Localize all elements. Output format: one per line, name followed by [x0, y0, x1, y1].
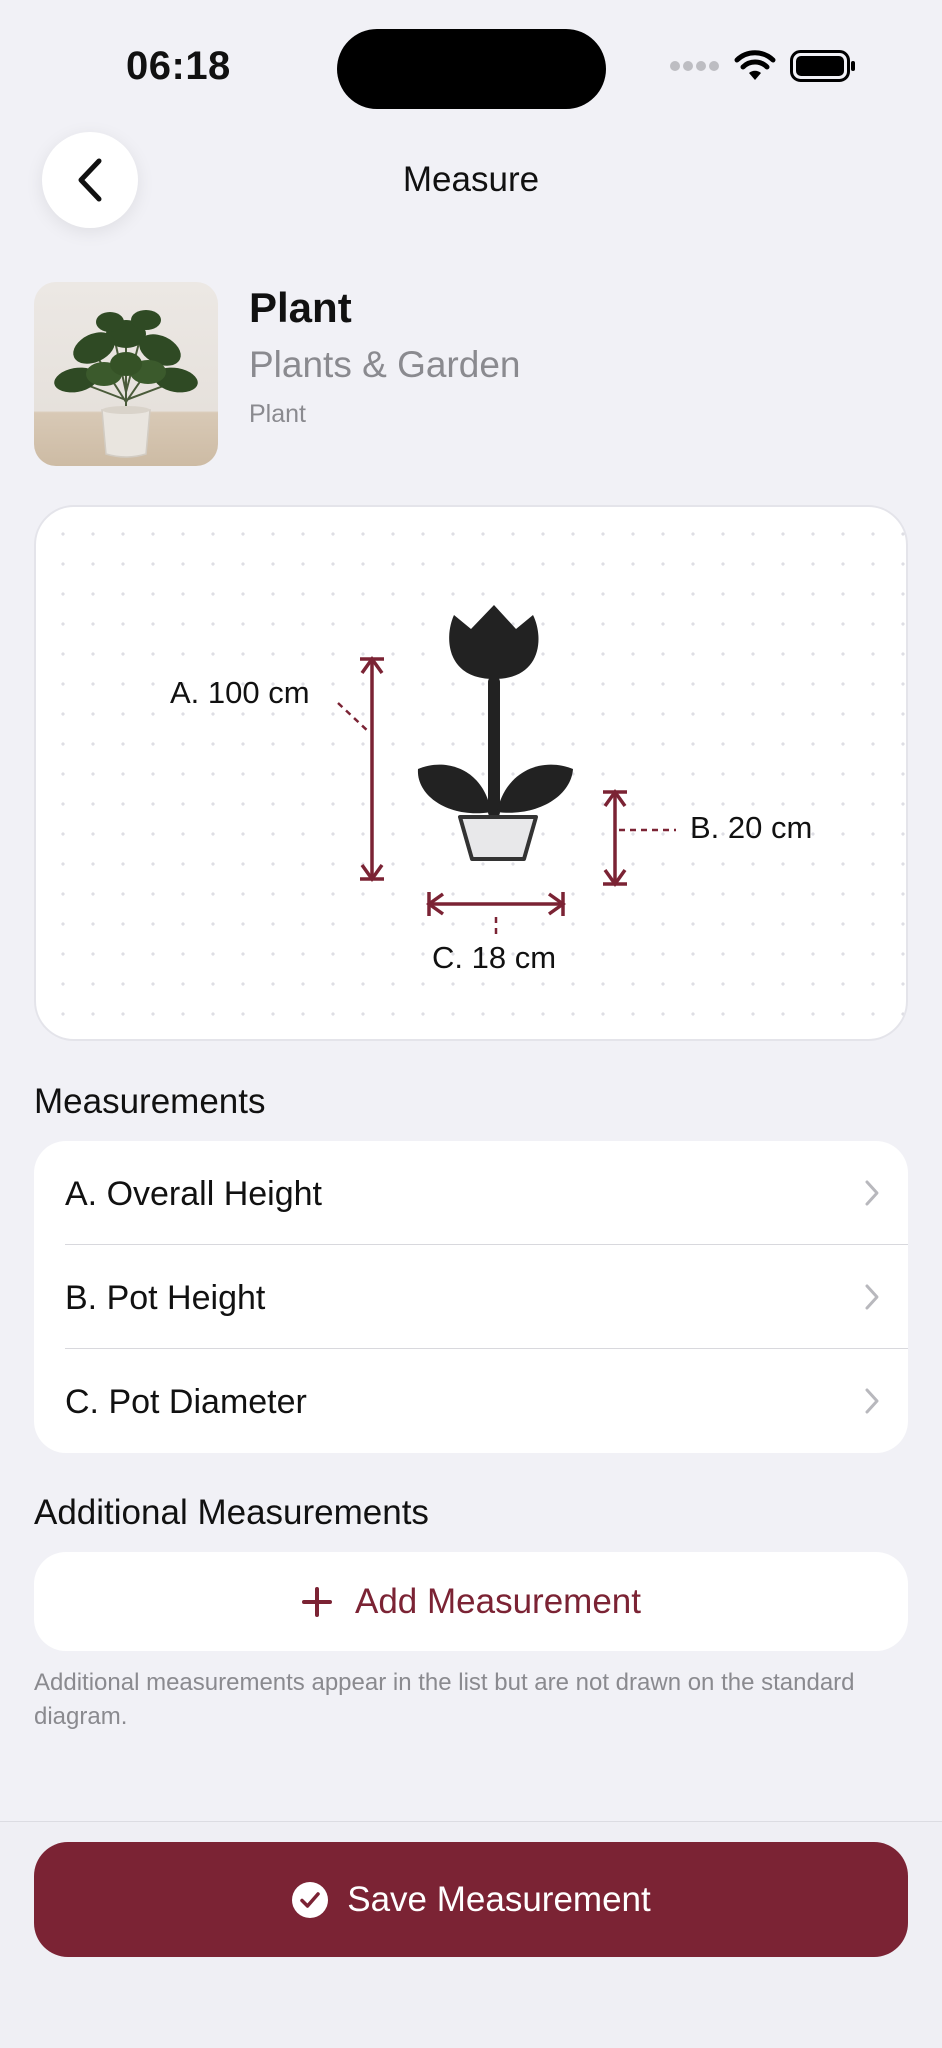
measurement-label: C. Pot Diameter: [65, 1383, 307, 1421]
product-header: Plant Plants & Garden Plant: [34, 282, 914, 468]
measurement-label: B. Pot Height: [65, 1279, 266, 1317]
product-thumbnail: [34, 282, 218, 466]
dimension-c: [425, 892, 567, 939]
status-icons: [670, 50, 856, 82]
diagram-label-b: B. 20 cm: [690, 810, 813, 845]
plant-silhouette-icon: [417, 605, 573, 861]
chevron-right-icon: [865, 1180, 879, 1206]
save-measurement-label: Save Measurement: [347, 1879, 651, 1919]
diagram-label-a: A. 100 cm: [170, 675, 310, 710]
potted-plant-photo: [54, 310, 198, 458]
additional-measurements-note: Additional measurements appear in the li…: [34, 1669, 855, 1730]
chevron-right-icon: [865, 1284, 879, 1310]
page-title: Measure: [402, 160, 540, 199]
dimension-b: [603, 788, 676, 888]
product-type: Plant: [249, 400, 306, 428]
battery-icon: [790, 50, 855, 82]
status-time: 06:18: [126, 44, 231, 88]
checkmark-circle-icon: [292, 1881, 329, 1918]
signal-dots-icon: [670, 61, 719, 71]
additional-measurements-title: Additional Measurements: [34, 1493, 429, 1532]
product-category: Plants & Garden: [249, 344, 521, 385]
dimension-a: [337, 655, 384, 883]
measurement-row-overall-height[interactable]: A. Overall Height: [34, 1141, 908, 1245]
measurement-row-pot-height[interactable]: B. Pot Height: [34, 1245, 908, 1349]
bottom-bar: Save Measurement: [0, 1821, 942, 2048]
save-measurement-button[interactable]: Save Measurement: [34, 1842, 908, 1957]
measurement-row-pot-diameter[interactable]: C. Pot Diameter: [34, 1349, 908, 1453]
product-name: Plant: [249, 284, 352, 331]
measurement-label: A. Overall Height: [65, 1175, 322, 1213]
status-bar: 06:18: [0, 0, 942, 130]
dynamic-island: [337, 29, 606, 109]
nav-bar: Measure: [0, 130, 942, 230]
wifi-icon: [734, 50, 776, 80]
measurement-diagram: A. 100 cm B. 20 cm C. 18 cm: [34, 505, 908, 1041]
add-measurement-button[interactable]: Add Measurement: [34, 1552, 908, 1651]
plus-icon: [302, 1586, 332, 1617]
diagram-label-c: C. 18 cm: [432, 940, 557, 975]
measurements-list: A. Overall Height B. Pot Height C. Pot D…: [34, 1141, 908, 1453]
chevron-right-icon: [865, 1388, 879, 1414]
add-measurement-label: Add Measurement: [355, 1581, 641, 1621]
measurements-title: Measurements: [34, 1082, 266, 1121]
